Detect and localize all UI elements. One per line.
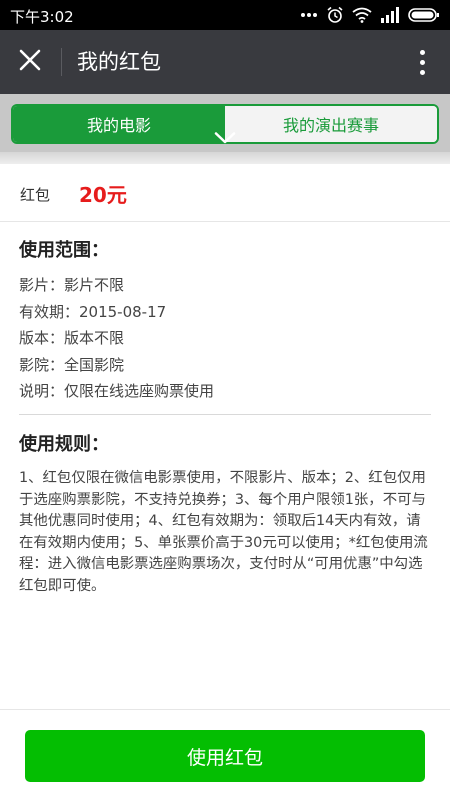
usage-rules-section: 使用规则： 1、红包仅限在微信电影票使用，不限影片、版本；2、红包仅用于选座购票… [19,430,431,597]
usage-rules-text: 1、红包仅限在微信电影票使用，不限影片、版本；2、红包仅用于选座购票影院，不支持… [19,470,428,594]
more-dots-icon [300,12,318,18]
more-vertical-icon [419,49,425,55]
scope-line-version: 版本：版本不限 [19,329,125,347]
battery-icon [408,7,440,23]
status-icons [300,5,440,25]
tab-area: 我的电影 我的演出赛事 [0,94,450,164]
alarm-icon [326,6,344,24]
tab-area-shadow [0,152,450,164]
signal-icon [380,7,400,23]
usage-scope-title: 使用范围： [19,240,109,261]
scope-line-cinema: 影院：全国影院 [19,355,125,374]
chevron-down-icon[interactable] [214,132,236,144]
tab-my-shows-events[interactable]: 我的演出赛事 [225,106,437,142]
section-divider [19,414,431,415]
close-button[interactable] [14,46,46,78]
scope-line-validity: 有效期：2015-08-17 [19,302,167,321]
wifi-icon [352,7,372,23]
scope-line-film: 影片：影片不限 [19,276,125,294]
usage-scope-section: 使用范围： 影片：影片不限 有效期：2015-08-17 版本：版本不限 影院：… [19,236,431,405]
more-button[interactable] [410,44,434,80]
red-packet-row: 红包 20元 [0,164,450,222]
status-time: 下午3:02 [10,8,74,26]
tab-my-movies[interactable]: 我的电影 [13,106,225,142]
close-icon [19,49,41,75]
use-red-packet-button[interactable]: 使用红包 [25,730,425,782]
red-packet-label: 红包 [20,186,51,204]
red-packet-amount: 20元 [79,183,127,207]
page-title: 我的红包 [77,50,161,74]
scope-line-note: 说明：仅限在线选座购票使用 [19,382,215,400]
title-bar: 我的红包 [0,30,450,94]
bottom-action-bar: 使用红包 [0,709,450,800]
status-bar: 下午3:02 [0,0,450,30]
title-divider [61,48,62,76]
usage-rules-title: 使用规则： [19,434,109,455]
